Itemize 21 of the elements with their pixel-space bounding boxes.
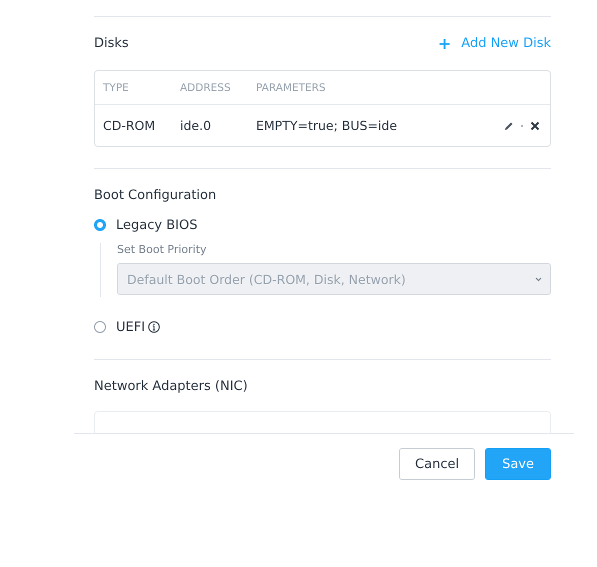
section-title: Network Adapters (NIC) [94,378,248,394]
add-disk-link[interactable]: + Add New Disk [438,34,551,52]
table-cell-text: ide.0 [180,118,212,133]
field-label: Set Boot Priority [117,243,208,256]
radio-label: Legacy BIOS [116,218,198,232]
cancel-button[interactable]: Cancel [399,448,476,480]
column-header: PARAMETERS [256,82,327,94]
section-title: Disks [94,36,129,50]
column-header: ADDRESS [180,82,232,94]
radio-label: UEFI [116,320,146,334]
table-cell-text: CD-ROM [103,118,156,133]
radio-button[interactable] [94,321,106,333]
chevron-icon [535,276,542,282]
table-cell-text: EMPTY=true; BUS=ide [256,118,398,133]
section-title: Boot Configuration [94,188,216,202]
close-icon[interactable] [530,120,540,130]
column-header: TYPE [103,82,130,94]
edit-icon[interactable] [504,120,514,130]
info-icon[interactable] [148,321,160,333]
radio-button[interactable] [94,219,106,231]
save-button[interactable]: Save [485,448,551,480]
